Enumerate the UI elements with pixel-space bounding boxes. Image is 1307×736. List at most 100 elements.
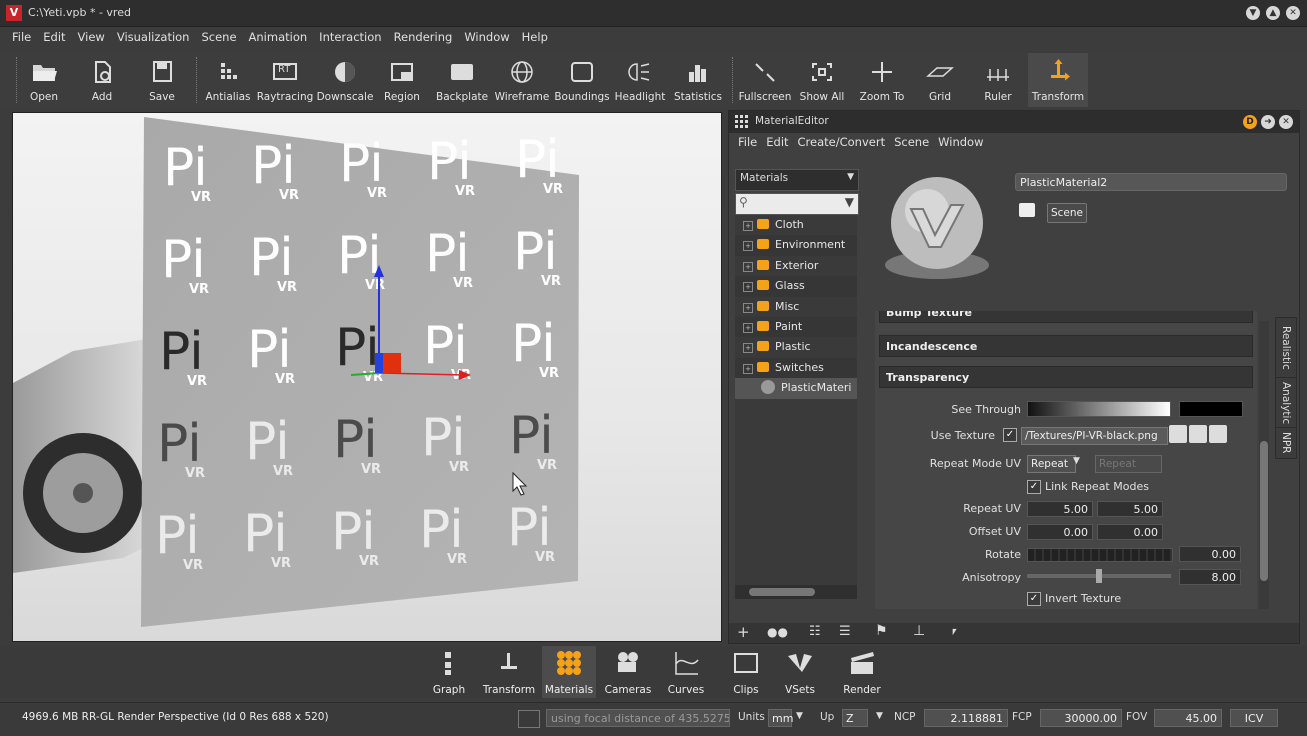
me-menu-create[interactable]: Create/Convert: [798, 135, 886, 149]
grid-button[interactable]: Grid: [916, 53, 964, 107]
icv-button[interactable]: ICV: [1230, 709, 1278, 727]
close-editor-button[interactable]: ✕: [1279, 115, 1293, 129]
me-menu-scene[interactable]: Scene: [894, 135, 929, 149]
menu-help[interactable]: Help: [522, 30, 548, 44]
up-axis-select[interactable]: Z: [842, 709, 868, 727]
chevron-down-icon[interactable]: ▼: [796, 711, 803, 721]
menu-edit[interactable]: Edit: [43, 30, 65, 44]
chevron-down-icon[interactable]: ▼: [1073, 456, 1080, 466]
add-icon[interactable]: +: [737, 623, 750, 641]
fullscreen-button[interactable]: Fullscreen: [738, 53, 792, 107]
use-texture-checkbox[interactable]: ✓: [1003, 428, 1017, 442]
close-button[interactable]: ✕: [1286, 6, 1300, 20]
dock-badge[interactable]: D: [1243, 115, 1257, 129]
dock-curves[interactable]: Curves: [662, 646, 710, 698]
group-icon[interactable]: ☰: [839, 624, 851, 639]
tree-item-environment[interactable]: + Environment: [735, 235, 857, 256]
headlight-button[interactable]: Headlight: [614, 53, 666, 107]
minimize-button[interactable]: ▼: [1246, 6, 1260, 20]
menu-animation[interactable]: Animation: [249, 30, 308, 44]
material-search-input[interactable]: ⚲ ▼: [735, 193, 859, 215]
tree-item-plasticmaterial2[interactable]: PlasticMateri: [735, 378, 857, 399]
tab-analytic[interactable]: Analytic: [1275, 377, 1297, 429]
reload-icon[interactable]: [1209, 425, 1227, 443]
dock-render[interactable]: Render: [838, 646, 886, 698]
rotate-input[interactable]: 0.00: [1179, 546, 1241, 562]
anisotropy-slider-thumb[interactable]: [1096, 569, 1102, 583]
properties-scrollbar[interactable]: [1259, 321, 1269, 609]
invert-texture-checkbox[interactable]: ✓: [1027, 592, 1041, 606]
expand-icon[interactable]: +: [743, 302, 753, 313]
me-menu-file[interactable]: File: [738, 135, 757, 149]
link-repeat-checkbox[interactable]: ✓: [1027, 480, 1041, 494]
menu-rendering[interactable]: Rendering: [394, 30, 453, 44]
anisotropy-input[interactable]: 8.00: [1179, 569, 1241, 585]
dock-clips[interactable]: Clips: [724, 646, 768, 698]
wireframe-button[interactable]: Wireframe: [494, 53, 550, 107]
tree-horizontal-scrollbar[interactable]: [735, 585, 857, 599]
render-viewport[interactable]: Pi VR Pi VR Pi VR Pi VR Pi VR Pi VR Pi VR Pi VR Pi VR Pi VR…: [12, 112, 722, 642]
show-all-button[interactable]: Show All: [796, 53, 848, 107]
ruler-button[interactable]: Ruler: [974, 53, 1022, 107]
tab-realistic[interactable]: Realistic: [1275, 317, 1297, 379]
texture-path-field[interactable]: /Textures/PI-VR-black.png: [1021, 427, 1168, 445]
section-transparency[interactable]: Transparency: [879, 366, 1253, 388]
tree-item-cloth[interactable]: + Cloth: [735, 215, 857, 235]
raytracing-button[interactable]: RT Raytracing: [256, 53, 314, 107]
apply-icon[interactable]: ⊥: [913, 623, 925, 639]
menu-file[interactable]: File: [12, 30, 31, 44]
menu-view[interactable]: View: [78, 30, 105, 44]
tree-item-plastic[interactable]: + Plastic: [735, 337, 857, 357]
offset-u-input[interactable]: 0.00: [1027, 524, 1093, 540]
transform-button[interactable]: Transform: [1028, 53, 1088, 107]
tree-item-misc[interactable]: + Misc: [735, 297, 857, 317]
me-menu-window[interactable]: Window: [938, 135, 983, 149]
offset-v-input[interactable]: 0.00: [1097, 524, 1163, 540]
scroll-thumb[interactable]: [749, 588, 815, 596]
dock-vsets[interactable]: VSets: [778, 646, 822, 698]
dock-transform[interactable]: Transform: [482, 646, 536, 698]
me-menu-edit[interactable]: Edit: [766, 135, 788, 149]
folder-open-icon[interactable]: [1169, 425, 1187, 443]
tab-npr[interactable]: NPR: [1275, 427, 1297, 459]
maximize-button[interactable]: ▲: [1266, 6, 1280, 20]
chevron-down-icon[interactable]: ▼: [876, 711, 883, 721]
float-button[interactable]: ➜: [1261, 115, 1275, 129]
select-icon[interactable]: ⚑: [875, 623, 888, 639]
dock-materials[interactable]: Materials: [542, 646, 596, 698]
antialias-button[interactable]: Antialias: [202, 53, 254, 107]
open-button[interactable]: Open: [22, 53, 66, 107]
expand-icon[interactable]: +: [743, 221, 753, 231]
dock-cameras[interactable]: Cameras: [602, 646, 654, 698]
menu-scene[interactable]: Scene: [201, 30, 236, 44]
fov-input[interactable]: 45.00: [1154, 709, 1222, 727]
menu-interaction[interactable]: Interaction: [319, 30, 381, 44]
tree-item-switches[interactable]: + Switches: [735, 357, 857, 379]
scene-button[interactable]: Scene: [1047, 203, 1087, 223]
expand-icon[interactable]: +: [743, 282, 753, 293]
zoom-to-button[interactable]: Zoom To: [856, 53, 908, 107]
region-button[interactable]: Region: [380, 53, 424, 107]
duplicate-icon[interactable]: ●●: [767, 625, 788, 639]
trash-icon[interactable]: ⎖: [949, 624, 959, 639]
anisotropy-slider[interactable]: [1027, 569, 1171, 583]
repeat-u-input[interactable]: 5.00: [1027, 501, 1093, 517]
section-bump-texture[interactable]: Bump Texture: [879, 311, 1253, 323]
add-button[interactable]: Add: [80, 53, 124, 107]
terminal-icon[interactable]: [518, 710, 540, 728]
save-icon[interactable]: [1189, 425, 1207, 443]
materials-combo[interactable]: Materials ▼: [735, 169, 859, 191]
menu-window[interactable]: Window: [464, 30, 509, 44]
expand-icon[interactable]: +: [743, 322, 753, 333]
scroll-thumb[interactable]: [1260, 441, 1268, 581]
repeat-mode-select[interactable]: Repeat: [1027, 455, 1076, 473]
backplate-button[interactable]: Backplate: [436, 53, 488, 107]
menu-visualization[interactable]: Visualization: [117, 30, 190, 44]
material-name-field[interactable]: PlasticMaterial2: [1015, 173, 1287, 191]
repeat-v-input[interactable]: 5.00: [1097, 501, 1163, 517]
see-through-gradient[interactable]: [1027, 401, 1171, 417]
filter-icon[interactable]: ▼: [845, 195, 854, 209]
ncp-input[interactable]: 2.118881: [924, 709, 1008, 727]
save-button[interactable]: Save: [140, 53, 184, 107]
split-icon[interactable]: ☷: [809, 624, 821, 639]
